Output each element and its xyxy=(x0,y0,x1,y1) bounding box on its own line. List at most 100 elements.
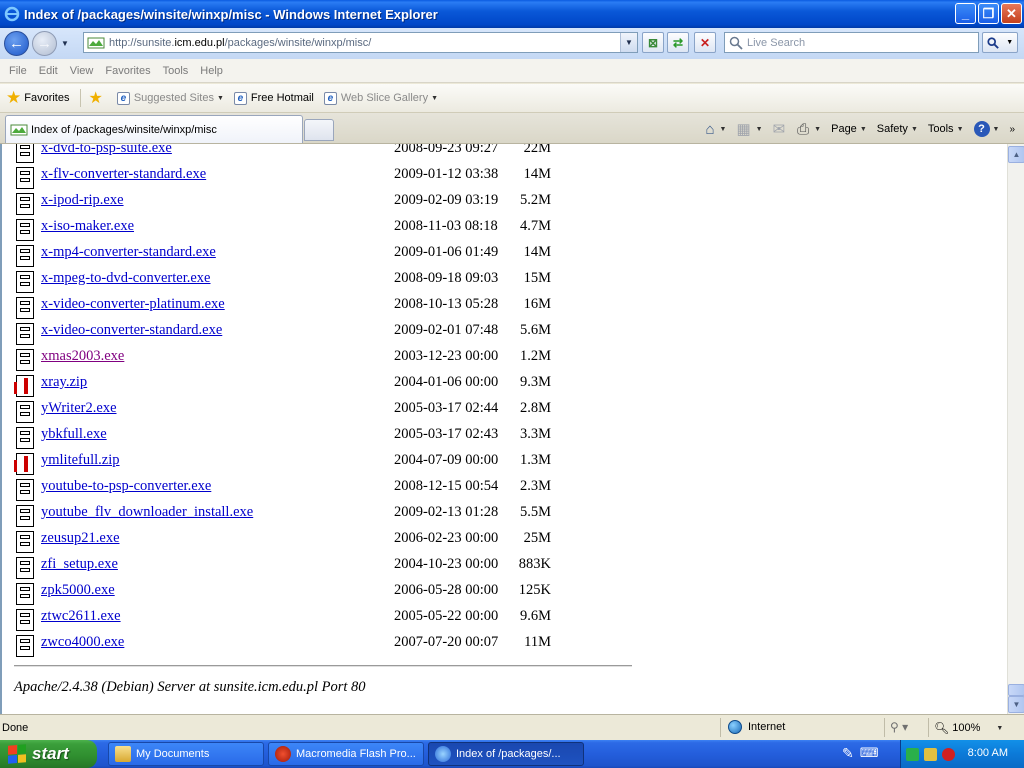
menu-favorites[interactable]: Favorites xyxy=(99,65,156,77)
chevron-down-icon: ▼ xyxy=(996,724,1004,732)
file-link[interactable]: x-mp4-converter-standard.exe xyxy=(41,244,216,261)
home-button[interactable]: ⌂ ▼ xyxy=(702,121,729,138)
file-link[interactable]: ymlitefull.zip xyxy=(41,452,120,469)
security-zone[interactable]: Internet xyxy=(728,720,785,734)
file-link[interactable]: x-dvd-to-psp-suite.exe xyxy=(41,144,172,157)
binary-file-icon xyxy=(16,349,34,371)
window-titlebar[interactable]: Index of /packages/winsite/winxp/misc - … xyxy=(0,0,1024,28)
add-to-favorites-bar-button[interactable]: ★ xyxy=(89,88,107,108)
file-link[interactable]: zfi_setup.exe xyxy=(41,556,118,573)
scroll-thumb[interactable] xyxy=(1008,684,1024,696)
flash-icon xyxy=(275,746,291,762)
scroll-up-button[interactable]: ▲ xyxy=(1008,146,1024,163)
search-button[interactable]: ▼ xyxy=(982,32,1018,53)
chevron-down-icon: ▼ xyxy=(431,94,439,102)
file-link[interactable]: zwco4000.exe xyxy=(41,634,124,651)
chevron-down-icon: ▼ xyxy=(859,125,867,133)
file-modified-date: 2007-07-20 00:07 xyxy=(394,634,499,650)
network-icon[interactable] xyxy=(906,747,919,761)
maximize-button[interactable]: ❐ xyxy=(978,3,999,24)
binary-file-icon xyxy=(16,505,34,527)
tools-menu-button[interactable]: Tools ▼ xyxy=(925,123,967,135)
table-row: x-video-converter-standard.exe 2009-02-01… xyxy=(14,321,634,347)
tab-index-of-misc[interactable]: Index of /packages/winsite/winxp/misc xyxy=(5,115,303,143)
read-mail-button[interactable]: ✉ xyxy=(770,120,791,138)
back-button[interactable]: ← xyxy=(4,31,29,56)
safety-menu-button[interactable]: Safety ▼ xyxy=(874,123,921,135)
pen-icon[interactable]: ✎ xyxy=(842,745,854,761)
binary-file-icon xyxy=(16,609,34,631)
favorites-button[interactable]: ★ Favorites xyxy=(6,88,70,108)
address-url: http://sunsite.icm.edu.pl/packages/winsi… xyxy=(109,36,372,49)
start-button[interactable]: start xyxy=(0,740,97,768)
feeds-button[interactable]: ▦ ▼ xyxy=(733,120,765,138)
chevron-down-icon: ▼ xyxy=(216,94,224,102)
toolbar-overflow-button[interactable]: » xyxy=(1006,124,1018,135)
keyboard-icon[interactable]: ⌨ xyxy=(860,745,879,761)
table-row: ztwc2611.exe 2005-05-22 00:00 9.6M xyxy=(14,607,634,633)
home-icon: ⌂ xyxy=(705,120,715,138)
taskbar-item-ie[interactable]: Index of /packages/... xyxy=(428,742,584,766)
file-link[interactable]: x-mpeg-to-dvd-converter.exe xyxy=(41,270,211,287)
new-tab-button[interactable] xyxy=(304,119,334,141)
protected-mode-icon[interactable]: ⚲ ▾ xyxy=(890,720,908,734)
compatibility-view-button[interactable]: ⊠ xyxy=(642,32,664,53)
forward-button[interactable]: → xyxy=(32,31,57,56)
file-modified-date: 2009-02-09 03:19 xyxy=(394,192,499,208)
zoom-level-button[interactable]: 🔍︎ 100% ▼ xyxy=(934,721,1003,735)
stop-icon: ✕ xyxy=(699,35,711,50)
refresh-button[interactable]: ⇄ xyxy=(667,32,689,53)
file-link[interactable]: x-ipod-rip.exe xyxy=(41,192,124,209)
taskbar-item-my-documents[interactable]: My Documents xyxy=(108,742,264,766)
binary-file-icon xyxy=(16,271,34,293)
file-link[interactable]: ybkfull.exe xyxy=(41,426,107,443)
binary-file-icon xyxy=(16,479,34,501)
security-shield-icon[interactable] xyxy=(924,747,937,761)
binary-file-icon xyxy=(16,219,34,241)
recent-pages-dropdown[interactable]: ▼ xyxy=(61,39,69,48)
file-link[interactable]: x-video-converter-standard.exe xyxy=(41,322,222,339)
file-size: 4.7M xyxy=(519,218,551,234)
menu-file[interactable]: File xyxy=(3,65,33,77)
suggested-sites-link[interactable]: e Suggested Sites ▼ xyxy=(116,91,224,105)
file-link[interactable]: youtube-to-psp-converter.exe xyxy=(41,478,211,495)
close-button[interactable]: ✕ xyxy=(1001,3,1022,24)
globe-icon xyxy=(728,720,742,734)
page-menu-button[interactable]: Page ▼ xyxy=(828,123,870,135)
web-slice-gallery-link[interactable]: e Web Slice Gallery ▼ xyxy=(323,91,439,105)
minimize-button[interactable]: _ xyxy=(955,3,976,24)
alert-icon[interactable] xyxy=(942,747,955,761)
file-link[interactable]: x-flv-converter-standard.exe xyxy=(41,166,206,183)
chevron-down-icon: ▼ xyxy=(814,125,822,133)
menu-view[interactable]: View xyxy=(64,65,100,77)
file-link[interactable]: x-iso-maker.exe xyxy=(41,218,134,235)
vertical-scrollbar[interactable]: ▲ ▼ xyxy=(1007,144,1024,714)
file-link[interactable]: ztwc2611.exe xyxy=(41,608,121,625)
file-link[interactable]: yWriter2.exe xyxy=(41,400,117,417)
taskbar-item-flash[interactable]: Macromedia Flash Pro... xyxy=(268,742,424,766)
file-link[interactable]: x-video-converter-platinum.exe xyxy=(41,296,225,313)
address-bar[interactable]: http://sunsite.icm.edu.pl/packages/winsi… xyxy=(83,32,638,53)
file-size: 883K xyxy=(518,556,551,572)
compressed-file-icon xyxy=(14,453,34,475)
file-link[interactable]: zeusup21.exe xyxy=(41,530,120,547)
help-menu-button[interactable]: ? ▼ xyxy=(971,121,1003,137)
file-link[interactable]: xray.zip xyxy=(41,374,87,391)
file-link[interactable]: youtube_flv_downloader_install.exe xyxy=(41,504,253,521)
stop-button[interactable]: ✕ xyxy=(694,32,716,53)
search-box[interactable]: Live Search xyxy=(724,32,979,53)
search-input[interactable]: Live Search xyxy=(747,37,805,49)
file-link[interactable]: zpk5000.exe xyxy=(41,582,115,599)
search-options-icon[interactable]: ▼ xyxy=(1006,39,1013,46)
menu-edit[interactable]: Edit xyxy=(33,65,64,77)
binary-file-icon xyxy=(16,245,34,267)
file-link[interactable]: xmas2003.exe xyxy=(41,348,124,365)
scroll-down-button[interactable]: ▼ xyxy=(1008,696,1024,713)
folder-icon xyxy=(115,746,131,762)
menu-tools[interactable]: Tools xyxy=(157,65,195,77)
table-row: ybkfull.exe 2005-03-17 02:43 3.3M xyxy=(14,425,634,451)
print-button[interactable]: ⎙ ▼ xyxy=(794,121,824,138)
free-hotmail-link[interactable]: e Free Hotmail xyxy=(233,91,314,105)
address-dropdown-button[interactable]: ▼ xyxy=(620,33,637,52)
menu-help[interactable]: Help xyxy=(194,65,229,77)
